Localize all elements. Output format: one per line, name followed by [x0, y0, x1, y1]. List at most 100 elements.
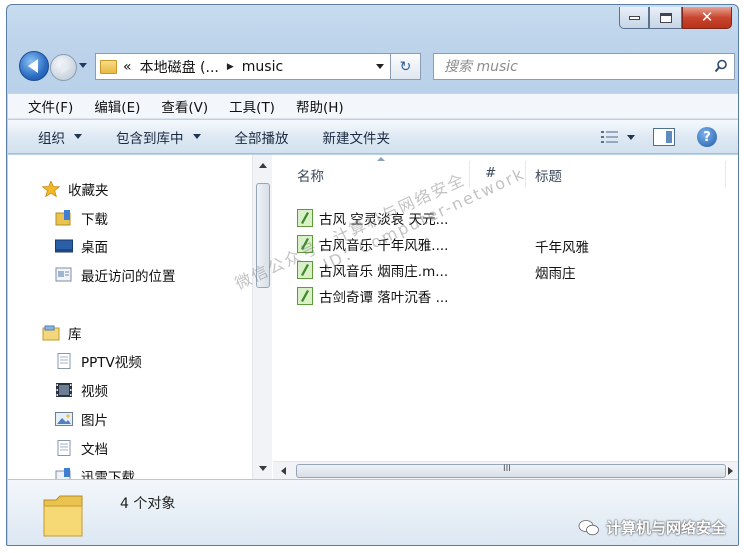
close-icon: ✕: [700, 8, 714, 26]
chevron-down-icon: [192, 134, 201, 139]
nav-item-documents[interactable]: 文档: [55, 436, 108, 460]
horizontal-scrollbar[interactable]: III: [273, 461, 738, 479]
help-icon[interactable]: ?: [697, 127, 717, 147]
new-folder-label: 新建文件夹: [322, 130, 391, 147]
nav-item-videos[interactable]: 视频: [55, 378, 108, 402]
desktop-icon: [55, 239, 73, 253]
watermark-corner: 计算机与网络安全: [578, 517, 726, 538]
nav-item-label: 下载: [81, 212, 108, 228]
search-input[interactable]: [444, 58, 694, 75]
new-folder-button[interactable]: 新建文件夹: [323, 127, 391, 147]
nav-item-desktop[interactable]: 桌面: [55, 234, 108, 258]
menu-view[interactable]: 查看(V): [161, 96, 208, 116]
refresh-icon: ↻: [399, 58, 412, 75]
nav-item-pictures[interactable]: 图片: [55, 407, 108, 431]
picture-icon: [55, 412, 73, 426]
minimize-icon: [628, 15, 640, 20]
scroll-thumb[interactable]: III: [296, 464, 726, 478]
breadcrumb-separator-icon[interactable]: ▶: [227, 62, 234, 72]
download-library-icon: [55, 468, 71, 479]
maximize-icon: [659, 12, 672, 23]
nav-item-label: PPTV视频: [81, 355, 142, 371]
file-list: 名称 # 标题 古风 空灵淡哀 天元... 古风音乐 千年风雅.... 千年风雅…: [273, 155, 738, 479]
column-header-name[interactable]: 名称: [297, 165, 324, 187]
maximize-button[interactable]: [649, 7, 682, 29]
view-controls: ?: [601, 127, 717, 147]
address-dropdown-icon[interactable]: [376, 64, 384, 69]
scroll-right-icon[interactable]: [728, 467, 733, 475]
download-folder-icon: [55, 210, 71, 226]
change-view-icon[interactable]: [601, 130, 619, 144]
breadcrumb-music[interactable]: music: [242, 59, 283, 75]
column-divider[interactable]: [725, 161, 726, 187]
refresh-button[interactable]: ↻: [391, 53, 421, 80]
nav-libraries-label: 库: [68, 327, 82, 343]
nav-pane-scrollbar[interactable]: [252, 155, 272, 479]
star-icon: [42, 181, 60, 197]
nav-item-label: 桌面: [81, 240, 108, 256]
menu-help[interactable]: 帮助(H): [296, 96, 344, 116]
breadcrumb-local-disk[interactable]: 本地磁盘 (...: [140, 57, 219, 77]
folder-icon: [100, 59, 117, 74]
minimize-button[interactable]: [619, 7, 649, 29]
nav-item-label: 迅雷下载: [81, 470, 135, 479]
include-in-library-button[interactable]: 包含到库中: [116, 127, 201, 147]
scroll-up-icon[interactable]: [259, 163, 267, 168]
folder-icon: [43, 495, 83, 537]
nav-item-pptv[interactable]: PPTV视频: [55, 349, 142, 373]
audio-file-icon: [297, 209, 313, 227]
back-button[interactable]: [19, 51, 49, 81]
chevron-down-icon: [74, 134, 82, 139]
watermark-corner-text: 计算机与网络安全: [605, 519, 726, 537]
search-icon[interactable]: [714, 59, 728, 73]
caption-buttons: ✕: [619, 7, 732, 31]
command-bar: 组织 包含到库中 全部播放 新建文件夹 ?: [8, 120, 738, 154]
address-row: « 本地磁盘 (... ▶ music ↻: [15, 49, 735, 81]
recent-places-icon: [55, 267, 72, 282]
organize-button[interactable]: 组织: [38, 127, 82, 147]
nav-item-thunder-downloads[interactable]: 迅雷下载: [55, 464, 135, 479]
scroll-grip: III: [503, 464, 511, 474]
address-overflow[interactable]: «: [123, 59, 132, 75]
navigation-pane: 收藏夹 下载 桌面 最近访问的位置 库 PPTV视频 视频 图片 文档 迅雷下载: [8, 155, 253, 479]
play-all-button[interactable]: 全部播放: [235, 127, 289, 147]
nav-item-label: 文档: [81, 442, 108, 458]
audio-file-icon: [297, 287, 313, 305]
nav-favorites[interactable]: 收藏夹: [42, 177, 109, 201]
sort-ascending-icon: [377, 157, 385, 161]
include-label: 包含到库中: [116, 130, 184, 147]
forward-button[interactable]: [50, 54, 77, 81]
file-name: 古剑奇谭 落叶沉香 ...: [319, 290, 449, 306]
file-title: 烟雨庄: [535, 266, 576, 282]
document-icon: [57, 440, 71, 456]
play-all-label: 全部播放: [234, 130, 289, 147]
nav-item-downloads[interactable]: 下载: [55, 206, 108, 230]
menu-tools[interactable]: 工具(T): [229, 96, 275, 116]
column-header-title[interactable]: 标题: [535, 165, 562, 187]
scroll-down-icon[interactable]: [259, 466, 267, 471]
item-count: 4 个对象: [120, 496, 176, 512]
search-box[interactable]: [433, 53, 735, 80]
menu-bar: 文件(F) 编辑(E) 查看(V) 工具(T) 帮助(H): [8, 93, 738, 119]
organize-label: 组织: [38, 130, 65, 147]
library-icon: [42, 325, 60, 341]
explorer-window: ✕ « 本地磁盘 (... ▶ music ↻ 文件(F) 编辑(E) 查看(V…: [6, 4, 739, 546]
nav-item-label: 最近访问的位置: [81, 269, 176, 285]
file-title: 千年风雅: [535, 240, 589, 256]
close-button[interactable]: ✕: [682, 7, 732, 29]
scroll-left-icon[interactable]: [281, 467, 286, 475]
menu-edit[interactable]: 编辑(E): [94, 96, 140, 116]
forward-arrow-icon: [60, 61, 70, 74]
nav-item-label: 视频: [81, 384, 108, 400]
recent-pages-dropdown[interactable]: [79, 63, 87, 68]
nav-libraries[interactable]: 库: [42, 321, 82, 345]
menu-file[interactable]: 文件(F): [28, 96, 73, 116]
address-bar[interactable]: « 本地磁盘 (... ▶ music: [95, 53, 391, 80]
nav-item-label: 图片: [81, 413, 108, 429]
wechat-icon: [578, 519, 599, 535]
back-arrow-icon: [27, 59, 38, 73]
file-row[interactable]: 古剑奇谭 落叶沉香 ...: [297, 283, 448, 309]
views-dropdown-icon[interactable]: [627, 134, 635, 140]
nav-item-recent-places[interactable]: 最近访问的位置: [55, 263, 176, 287]
preview-pane-icon[interactable]: [653, 128, 675, 146]
